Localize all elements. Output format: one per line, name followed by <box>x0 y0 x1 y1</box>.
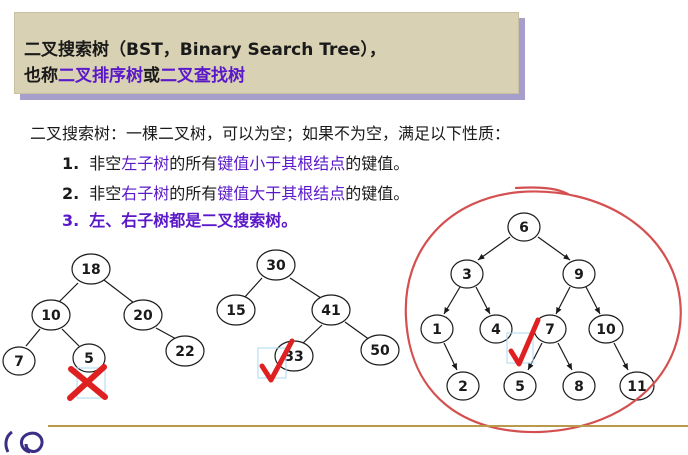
tree-3-edge <box>477 236 511 261</box>
tree-3-node-label: 4 <box>491 322 501 338</box>
tree-2-edge <box>289 277 322 299</box>
tree-3-edge <box>613 342 629 371</box>
tree-1-node-label: 18 <box>81 262 100 278</box>
tree-3-edge <box>443 286 461 315</box>
tree-3-node-label: 10 <box>596 322 616 338</box>
logo-swirl-icon <box>4 430 44 454</box>
footer-divider <box>48 425 688 427</box>
tree-3-node-label: 8 <box>574 379 584 395</box>
tree-3: 6 3 9 1 4 7 10 2 5 8 11 <box>404 186 682 434</box>
tree-3-edge <box>537 236 571 261</box>
tree-1-edge <box>25 328 41 347</box>
tree-diagrams: 18 10 20 7 5 22 30 15 41 33 50 6 3 9 1 4… <box>2 186 682 454</box>
tree-2: 30 15 41 33 50 <box>216 249 400 383</box>
tree-3-node-label: 5 <box>515 379 525 395</box>
tree-3-node-label: 1 <box>432 322 442 338</box>
tree-1-node-label: 10 <box>41 308 61 324</box>
tree-3-edge <box>527 342 543 371</box>
tree-1: 18 10 20 7 5 22 <box>2 253 205 401</box>
tree-2-edge <box>243 277 263 299</box>
tree-3-edge <box>555 286 571 315</box>
tree-1-node-label: 5 <box>84 351 94 367</box>
tree-2-node-label: 41 <box>321 303 340 319</box>
tree-3-node-label: 9 <box>574 267 584 283</box>
tree-3-node-label: 3 <box>462 267 472 283</box>
tree-1-edge <box>61 328 80 347</box>
tree-3-edge <box>475 286 491 315</box>
tree-1-edge <box>57 282 79 304</box>
tree-2-edge <box>301 324 323 345</box>
tree-3-edge <box>557 342 573 371</box>
tree-3-node-label: 7 <box>545 322 555 338</box>
tree-2-node-label: 30 <box>266 258 286 274</box>
tree-2-edge <box>344 321 371 341</box>
tree-1-node-label: 22 <box>175 344 194 360</box>
tree-3-node-label: 2 <box>458 379 468 395</box>
tree-1-edge <box>103 279 135 304</box>
tree-2-node-label: 50 <box>370 343 390 359</box>
tree-1-node-label: 20 <box>133 308 153 324</box>
tree-3-edge <box>585 286 601 315</box>
tree-3-node-label: 6 <box>519 220 529 236</box>
tree-3-edge <box>443 342 458 371</box>
tree-1-node-label: 7 <box>14 354 24 370</box>
tree-2-node-label: 15 <box>226 303 245 319</box>
